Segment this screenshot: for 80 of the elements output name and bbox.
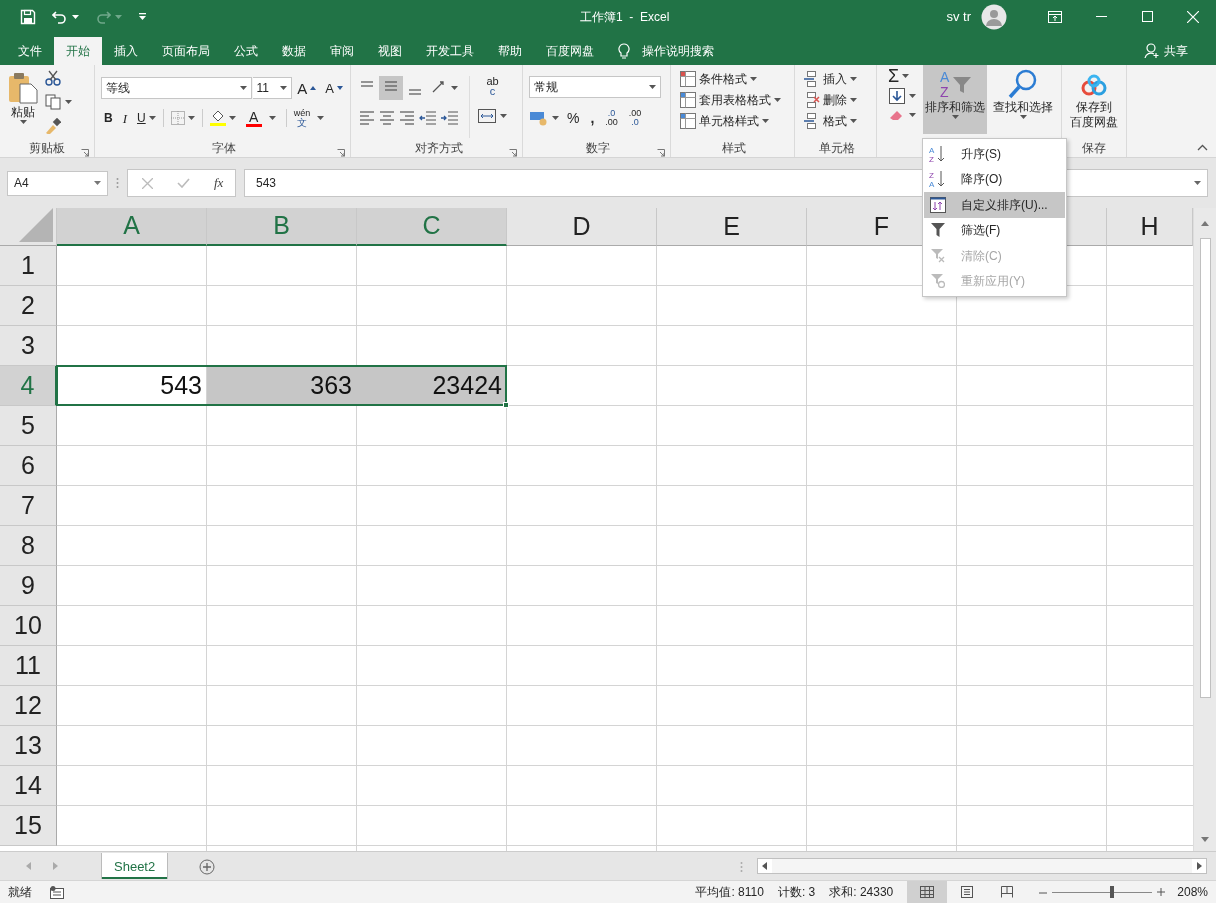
menu-item[interactable]: A Z 升序(S) [924, 141, 1065, 167]
column-header[interactable]: D [507, 208, 657, 246]
row-header[interactable]: 11 [0, 646, 57, 686]
format-as-table-button[interactable]: 套用表格格式 [677, 91, 791, 109]
row-header[interactable]: 5 [0, 406, 57, 446]
save-to-cloud-button[interactable]: 保存到 百度网盘 [1065, 68, 1123, 138]
window-title: 工作簿1 - Excel [580, 8, 670, 26]
row-header[interactable]: 10 [0, 606, 57, 646]
column-header[interactable]: H [1107, 208, 1193, 246]
name-box[interactable]: A4 [7, 170, 108, 196]
ribbon-tab[interactable]: 插入 [102, 37, 150, 65]
number-format-field[interactable]: 常规 [529, 76, 661, 98]
row-header[interactable]: 15 [0, 806, 57, 846]
share-button[interactable]: 共享 [1164, 42, 1188, 60]
shrink-font-button[interactable]: A [321, 81, 347, 95]
ribbon-tab[interactable]: 文件 [6, 37, 54, 65]
grow-font-button[interactable]: A [293, 80, 321, 96]
phonetic-button[interactable]: wén 文 [290, 107, 314, 129]
underline-button[interactable]: U [134, 111, 159, 125]
sheet-tab[interactable]: Sheet2 [102, 853, 168, 879]
ribbon-tab[interactable]: 开始 [54, 37, 102, 65]
font-name-field[interactable]: 等线 [101, 77, 252, 99]
ribbon-tab[interactable]: 开发工具 [414, 37, 486, 65]
column-header[interactable]: E [657, 208, 807, 246]
row-header[interactable]: 7 [0, 486, 57, 526]
group-label: 对齐方式 [415, 139, 463, 157]
row-header[interactable]: 6 [0, 446, 57, 486]
decrease-decimal-button[interactable]: .00 .0 [625, 108, 645, 128]
sort-filter-button[interactable]: A Z 排序和筛选 [923, 65, 987, 134]
user-name: sv tr [946, 7, 971, 26]
row-header[interactable]: 4 [0, 366, 57, 406]
ribbon-tab[interactable]: 视图 [366, 37, 414, 65]
row-header[interactable]: 13 [0, 726, 57, 766]
group-label: 保存 [1082, 139, 1106, 157]
paste-button[interactable]: 粘贴 [3, 68, 43, 138]
delete-button[interactable]: 删除 [801, 91, 873, 109]
ribbon-tab[interactable]: 审阅 [318, 37, 366, 65]
cell-styles-button[interactable]: 单元格样式 [677, 112, 791, 130]
bold-button[interactable]: B [101, 111, 116, 125]
ribbon-tab[interactable]: 数据 [270, 37, 318, 65]
column-header[interactable]: A [57, 208, 207, 246]
font-color-button[interactable]: A [242, 109, 265, 127]
group-label: 单元格 [819, 139, 855, 157]
row-header[interactable]: 14 [0, 766, 57, 806]
row-header[interactable]: 3 [0, 326, 57, 366]
status-mode: 就绪 [8, 884, 32, 901]
tell-me-search[interactable]: 操作说明搜索 [642, 42, 714, 60]
row-header[interactable]: 9 [0, 566, 57, 606]
row-header[interactable]: 8 [0, 526, 57, 566]
zoom-level[interactable]: 208% [1177, 883, 1208, 901]
table-cell[interactable]: 363 [207, 366, 357, 406]
row-header[interactable]: 1 [0, 246, 57, 286]
ribbon-tab[interactable]: 公式 [222, 37, 270, 65]
menu-item[interactable]: 自定义排序(U)... [924, 192, 1065, 218]
comma-button[interactable]: , [587, 110, 598, 126]
status-count: 计数: 3 [777, 884, 816, 901]
group-label: 数字 [586, 139, 610, 157]
column-header[interactable]: C [357, 208, 507, 246]
ribbon-tab[interactable]: 页面布局 [150, 37, 222, 65]
conditional-formatting-button[interactable]: 条件格式 [677, 70, 791, 88]
menu-item[interactable]: Z A 降序(O) [924, 166, 1065, 192]
group-label: 剪贴板 [29, 139, 65, 157]
format-button[interactable]: 格式 [801, 112, 873, 130]
column-header[interactable]: B [207, 208, 357, 246]
group-label: 样式 [722, 139, 746, 157]
percent-button[interactable]: % [564, 110, 583, 126]
font-size-field[interactable]: 11 [252, 77, 293, 99]
group-label: 字体 [212, 139, 236, 157]
increase-decimal-button[interactable]: .0 .00 [602, 108, 621, 128]
wrap-text-button[interactable]: ab c [478, 76, 507, 98]
status-sum: 求和: 24330 [829, 884, 894, 901]
autosum-button[interactable]: Σ [885, 67, 920, 85]
status-average: 平均值: 8110 [695, 884, 764, 901]
row-header[interactable]: 2 [0, 286, 57, 326]
insert-function-button[interactable]: fx [214, 173, 224, 193]
ribbon-tab[interactable]: 百度网盘 [534, 37, 606, 65]
ribbon-tab[interactable]: 帮助 [486, 37, 534, 65]
insert-button[interactable]: 插入 [801, 70, 873, 88]
row-header[interactable]: 12 [0, 686, 57, 726]
italic-button[interactable]: I [119, 110, 130, 126]
